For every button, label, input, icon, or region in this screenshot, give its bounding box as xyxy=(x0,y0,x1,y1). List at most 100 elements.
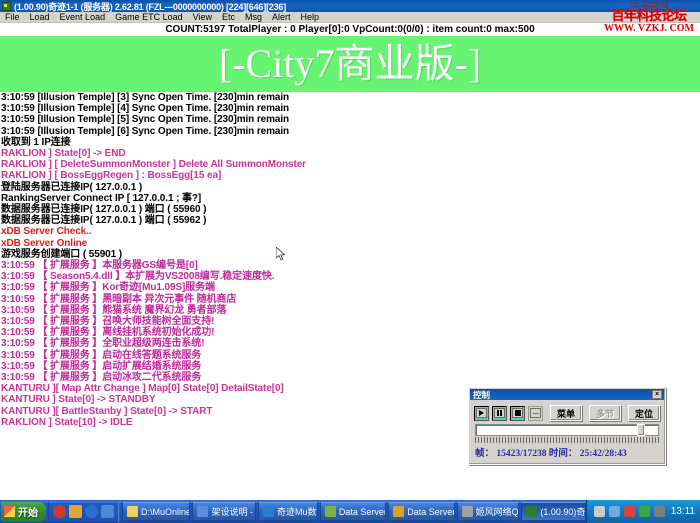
eject-button[interactable] xyxy=(528,406,543,421)
menu-item-event-load[interactable]: Event Load xyxy=(55,12,111,23)
task-window-icon xyxy=(526,506,537,517)
playback-slider-thumb[interactable] xyxy=(637,424,645,436)
close-icon[interactable]: × xyxy=(652,390,662,399)
task-window-icon xyxy=(197,506,208,517)
server-count-status: COUNT:5197 TotalPlayer : 0 Player[0]:0 V… xyxy=(0,23,700,35)
task-button-label: 奇迹Mu数... xyxy=(277,505,318,518)
log-line: 3:10:59 【 扩展服务 】启动冰攻二代系统服务 xyxy=(1,372,700,383)
playback-slider[interactable] xyxy=(475,424,659,436)
task-button-label: Data Server... xyxy=(407,507,454,517)
task-button-label: D:\MuOnline... xyxy=(141,507,190,517)
pause-button[interactable] xyxy=(492,406,507,421)
windows-flag-icon xyxy=(4,506,15,517)
city7-banner: [-City7商业版-] xyxy=(0,36,700,92)
qq-icon[interactable] xyxy=(53,505,66,518)
log-line: 3:10:59 【 扩展服务 】本服务器GS编号是[0] xyxy=(1,260,700,271)
task-button-label: Data Server... xyxy=(339,507,386,517)
antivirus-icon[interactable] xyxy=(624,506,635,517)
menu-item-file[interactable]: File xyxy=(0,12,25,23)
task-button-label: 架设说明 - ... xyxy=(211,505,256,518)
menu-item-etc[interactable]: Etc xyxy=(217,12,240,23)
log-line: 收取到 1 IP连接 xyxy=(1,137,700,148)
play-icon xyxy=(476,408,487,418)
log-line: 3:10:59 【 扩展服务 】召唤大师技能树全面支持! xyxy=(1,316,700,327)
start-button-label: 开始 xyxy=(18,504,38,519)
task-button-list: D:\MuOnline... 架设说明 - ... 奇迹Mu数... Data Ser… xyxy=(119,502,586,521)
browser-icon[interactable] xyxy=(69,505,82,518)
log-line: 3:10:59 [Illusion Temple] [5] Sync Open … xyxy=(1,114,700,125)
log-line: 3:10:59 【 扩展服务 】启动在线答题系统服务 xyxy=(1,350,700,361)
watermark-line-2: 百年科技论坛 xyxy=(611,9,686,23)
menu-item-msg[interactable]: Msg xyxy=(240,12,267,23)
menu-item-load[interactable]: Load xyxy=(25,12,55,23)
task-window-icon xyxy=(127,506,138,517)
taskbar-task-button[interactable]: 奇迹Mu数... xyxy=(258,502,318,521)
taskbar-task-button[interactable]: D:\MuOnline... xyxy=(122,502,190,521)
server-app-icon xyxy=(2,2,11,11)
taskbar-task-button[interactable]: 架设说明 - ... xyxy=(192,502,256,521)
control-window[interactable]: 控制 × 菜单 多节 定位 帧： 15423/17238 时间： 25:42/2… xyxy=(468,387,666,465)
banner-title: [-City7商业版-] xyxy=(219,42,481,86)
media-icon[interactable] xyxy=(85,505,98,518)
menu-item-help[interactable]: Help xyxy=(296,12,325,23)
taskbar-task-button[interactable]: Data Server... xyxy=(388,502,454,521)
chapters-button: 多节 xyxy=(589,405,621,421)
log-line: 3:10:59 【 扩展服务 】熊猫系统 魔界幻龙 勇者部落 xyxy=(1,305,700,316)
menu-bar: File Load Event Load Game ETC Load View … xyxy=(0,12,700,23)
menu-item-game-etc-load[interactable]: Game ETC Load xyxy=(110,12,188,23)
log-line: 3:10:59 【 扩展服务 】全职业超级两连击系统! xyxy=(1,338,700,349)
locate-button[interactable]: 定位 xyxy=(628,405,660,421)
log-line: 3:10:59 [Illusion Temple] [6] Sync Open … xyxy=(1,126,700,137)
log-line: 3:10:59 【 扩展服务 】Kor奇迹[Mu1.09S]服务端 xyxy=(1,282,700,293)
log-line: 游戏服务创建端口 ( 55901 ) xyxy=(1,249,700,260)
network-icon[interactable] xyxy=(609,506,620,517)
taskbar-task-button[interactable]: Data Server... xyxy=(320,502,386,521)
log-line: xDB Server Check.. xyxy=(1,226,700,237)
watermark-line-3: WWW. VZKJ. COM xyxy=(604,23,694,35)
taskbar-clock[interactable]: 13:11 xyxy=(671,506,695,517)
task-window-icon xyxy=(263,506,274,517)
log-line: RankingServer Connect IP [ 127.0.0.1 ; 事… xyxy=(1,193,700,204)
tree-icon[interactable] xyxy=(639,506,650,517)
menu-item-alert[interactable]: Alert xyxy=(267,12,296,23)
play-button[interactable] xyxy=(474,406,489,421)
system-tray: 13:11 xyxy=(586,500,700,523)
start-button[interactable]: 开始 xyxy=(1,502,46,522)
log-line: 3:10:59 【 扩展服务 】启动扩展结婚系统服务 xyxy=(1,361,700,372)
log-line: 3:10:59 [Illusion Temple] [3] Sync Open … xyxy=(1,92,700,103)
playback-time-status: 帧： 15423/17238 时间： 25:42/28:43 xyxy=(469,443,665,459)
printer-icon[interactable] xyxy=(594,506,605,517)
log-line: RAKLION ] State[0] -> END xyxy=(1,148,700,159)
taskbar-task-button[interactable]: 姬风网络Q... xyxy=(457,502,520,521)
control-slider-row xyxy=(469,423,665,443)
forum-watermark: 28:42/28:43 百年科技论坛 WWW. VZKJ. COM xyxy=(598,0,700,36)
task-button-label: 姬风网络Q... xyxy=(476,505,520,518)
log-line: RAKLION ] [ DeleteSummonMonster ] Delete… xyxy=(1,159,700,170)
task-window-icon xyxy=(325,506,336,517)
pause-icon xyxy=(494,408,505,418)
control-window-title: 控制 xyxy=(473,389,490,401)
taskbar-task-button[interactable]: (1.00.90)奇... xyxy=(521,502,585,521)
task-window-icon xyxy=(462,506,473,517)
menu-item-view[interactable]: View xyxy=(188,12,217,23)
task-window-icon xyxy=(393,506,404,517)
log-line: 数据服务器已连接IP( 127.0.0.1 ) 端口 ( 55962 ) xyxy=(1,215,700,226)
folder-icon[interactable] xyxy=(101,505,114,518)
log-line: 3:10:59 【 Season5.4.dll 】本扩展为VS2008编写.稳定… xyxy=(1,271,700,282)
control-window-toolbar: 菜单 多节 定位 xyxy=(469,401,665,423)
log-line: RAKLION ] [ BossEggRegen ] : BossEgg[15 … xyxy=(1,170,700,181)
watermark-line-1: 28:42/28:43 xyxy=(630,0,668,9)
control-window-title-bar[interactable]: 控制 × xyxy=(470,389,664,400)
log-line: 3:10:59 【 扩展服务 】黑暗副本 异次元事件 随机商店 xyxy=(1,294,700,305)
stop-button[interactable] xyxy=(510,406,525,421)
taskbar: 开始 D:\MuOnline... 架设说明 - ... 奇迹Mu数... Data … xyxy=(0,500,700,523)
log-line: 3:10:59 【 扩展服务 】离线挂机系统初始化成功! xyxy=(1,327,700,338)
window-title-bar[interactable]: (1.00.90)奇迹1-1 (服务器) 2.62.81 (FZL---0000… xyxy=(0,0,700,12)
clock-tray-icon[interactable] xyxy=(654,506,665,517)
menu-button[interactable]: 菜单 xyxy=(550,405,582,421)
log-line: xDB Server Online xyxy=(1,238,700,249)
eject-icon xyxy=(530,408,541,418)
log-line: 数据服务器已连接IP( 127.0.0.1 ) 端口 ( 55960 ) xyxy=(1,204,700,215)
quick-launch-bar xyxy=(48,502,119,522)
log-line: 登陆服务器已连接IP( 127.0.0.1 ) xyxy=(1,182,700,193)
